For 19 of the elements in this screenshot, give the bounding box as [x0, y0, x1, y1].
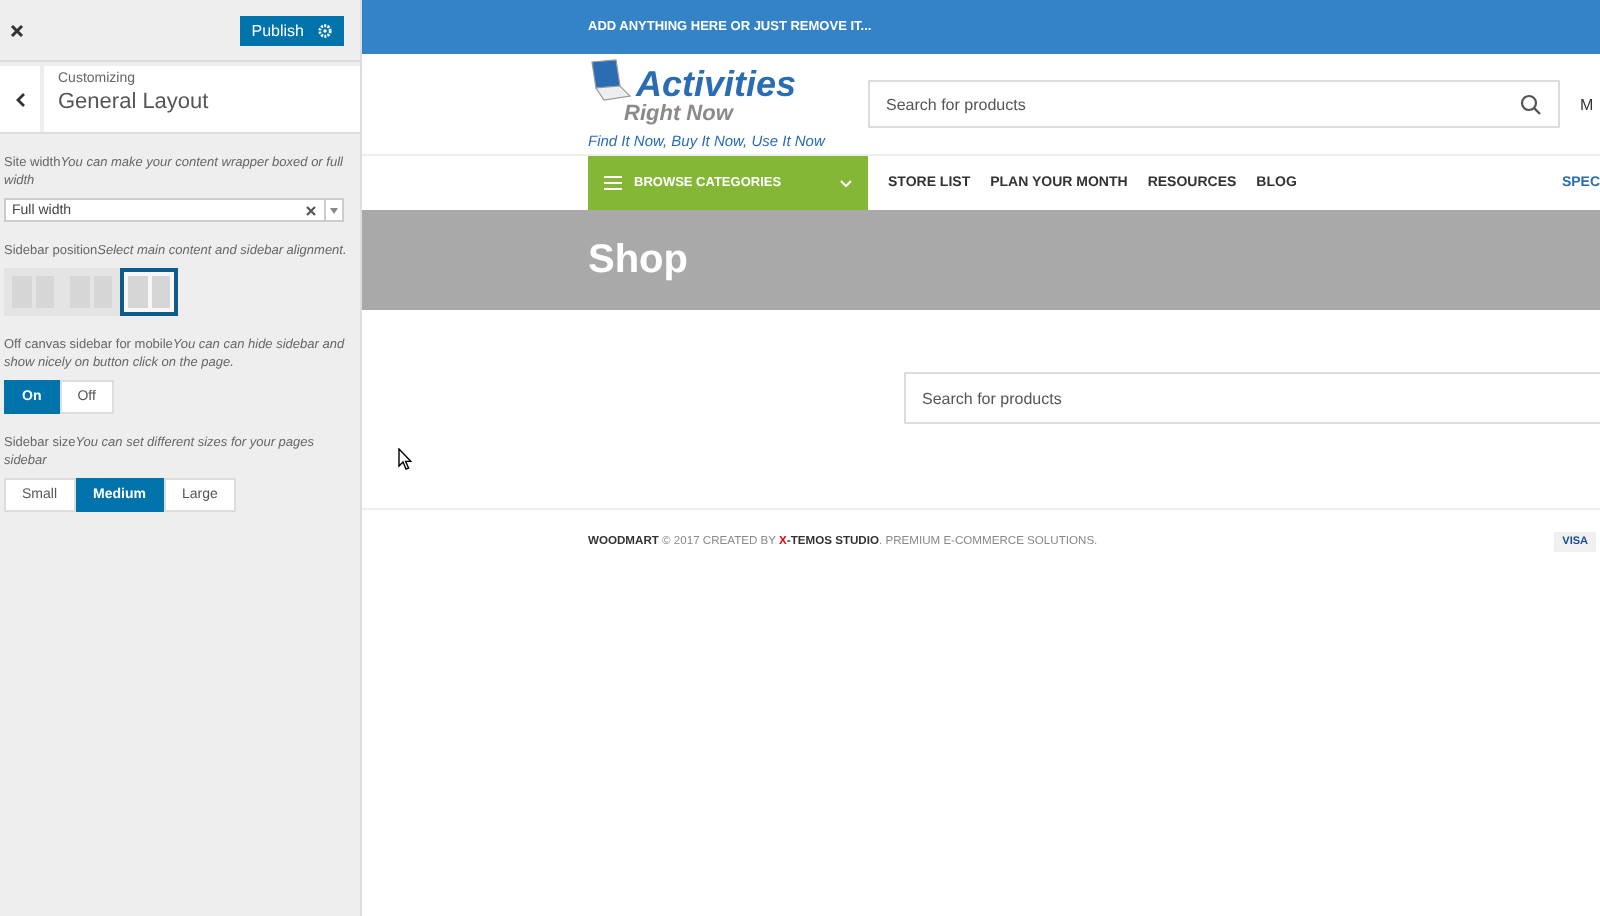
logo-subtext: Right Now — [622, 102, 736, 126]
gear-icon[interactable] — [318, 23, 332, 37]
search-field[interactable]: Search for products — [868, 80, 1560, 128]
chevron-left-icon — [15, 91, 25, 107]
layout-option[interactable] — [120, 268, 178, 316]
dropdown-arrow-icon — [330, 207, 338, 213]
panel-title: General Layout — [58, 90, 209, 114]
menu-icon — [604, 176, 622, 190]
publish-button[interactable]: Publish — [239, 15, 344, 45]
clear-icon[interactable] — [306, 205, 316, 215]
search-field[interactable]: Search for products — [904, 372, 1600, 424]
chevron-down-icon — [840, 179, 852, 187]
page-title: Shop — [588, 237, 688, 283]
cursor-icon — [398, 448, 412, 470]
search-icon[interactable] — [1520, 93, 1542, 115]
close-icon[interactable] — [10, 23, 24, 37]
laptop-icon — [588, 58, 632, 102]
logo-text: Activities — [636, 66, 797, 102]
header-link[interactable]: M — [1580, 95, 1594, 113]
